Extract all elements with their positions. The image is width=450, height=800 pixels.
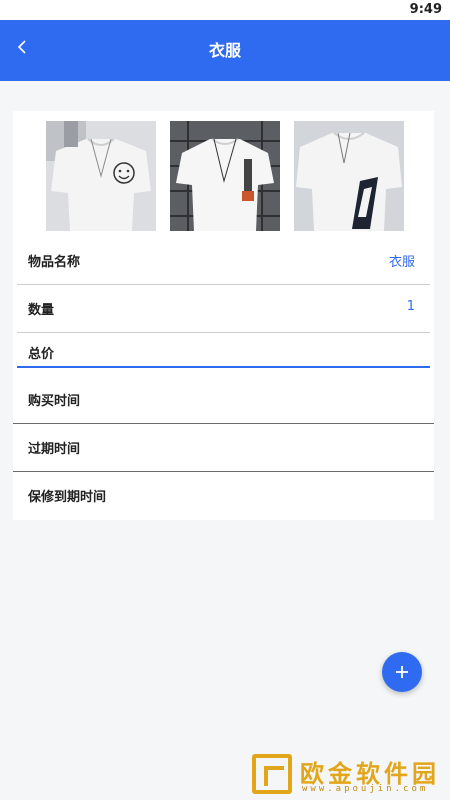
item-name-value: 衣服 bbox=[388, 255, 415, 270]
page-title: 衣服 bbox=[208, 41, 241, 60]
field-warranty-time[interactable]: 保修到期时间 bbox=[13, 472, 434, 520]
status-bar: 9:49 bbox=[0, 0, 450, 20]
app-bar: 衣服 bbox=[0, 20, 450, 81]
watermark: 欧金软件园 www.apoujin.com bbox=[250, 752, 445, 798]
quantity-value: 1 bbox=[406, 299, 415, 314]
total-price-label: 总价 bbox=[28, 347, 55, 362]
warranty-time-label: 保修到期时间 bbox=[28, 490, 107, 505]
plus-icon bbox=[396, 666, 408, 678]
field-expire-time[interactable]: 过期时间 bbox=[13, 424, 434, 472]
field-quantity[interactable]: 数量 1 bbox=[13, 285, 434, 333]
watermark-logo-icon bbox=[252, 754, 292, 794]
watermark-url: www.apoujin.com bbox=[302, 784, 429, 794]
purchase-time-label: 购买时间 bbox=[28, 394, 81, 409]
item-photo-2[interactable] bbox=[170, 121, 280, 231]
add-button[interactable] bbox=[382, 652, 422, 692]
active-input-underline bbox=[17, 366, 430, 368]
status-time: 9:49 bbox=[409, 2, 442, 17]
field-purchase-time[interactable]: 购买时间 bbox=[13, 376, 434, 424]
photo-gallery bbox=[13, 121, 434, 231]
item-photo-1[interactable] bbox=[46, 121, 156, 231]
field-total-price[interactable]: 总价 bbox=[13, 333, 434, 368]
field-item-name[interactable]: 物品名称 衣服 bbox=[13, 237, 434, 285]
expire-time-label: 过期时间 bbox=[28, 442, 81, 457]
item-detail-card: 物品名称 衣服 数量 1 总价 购买时间 过期时间 保修到期时间 bbox=[13, 111, 434, 520]
quantity-label: 数量 bbox=[28, 303, 55, 318]
tshirt-photo-necklace bbox=[170, 121, 280, 231]
item-photo-3[interactable] bbox=[294, 121, 404, 231]
tshirt-photo-smiley bbox=[46, 121, 156, 231]
tshirt-photo-print bbox=[294, 121, 404, 231]
item-name-label: 物品名称 bbox=[28, 255, 81, 270]
